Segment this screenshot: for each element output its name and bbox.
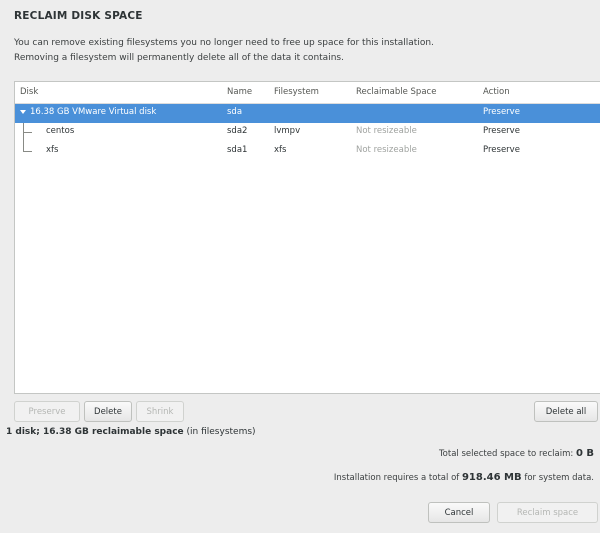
column-header-disk[interactable]: Disk <box>20 87 38 97</box>
reclaimable-cell: Not resizeable <box>356 145 417 155</box>
dialog-title: RECLAIM DISK SPACE <box>14 10 143 22</box>
reclaim-space-button[interactable]: Reclaim space <box>497 502 598 523</box>
tree-connector-horizontal <box>23 151 32 152</box>
reclaimable-cell: Not resizeable <box>356 126 417 136</box>
table-row-disk-sda[interactable]: 16.38 GB VMware Virtual disk sda Preserv… <box>15 104 600 123</box>
total-selected-label: Total selected space to reclaim: <box>438 449 574 459</box>
shrink-button[interactable]: Shrink <box>136 401 184 422</box>
install-requirement-label: Installation requires a total of <box>333 473 460 483</box>
install-requirement-suffix: for system data. <box>524 473 594 483</box>
delete-all-button[interactable]: Delete all <box>534 401 598 422</box>
column-header-filesystem[interactable]: Filesystem <box>274 87 319 97</box>
disk-cell: centos <box>46 126 75 136</box>
tree-connector-horizontal <box>23 132 32 133</box>
column-header-reclaimable-space[interactable]: Reclaimable Space <box>356 87 436 97</box>
name-cell: sda <box>227 107 243 117</box>
filesystem-cell: xfs <box>274 145 287 155</box>
delete-button[interactable]: Delete <box>84 401 132 422</box>
disk-label: 16.38 GB VMware Virtual disk <box>30 107 157 117</box>
description-line-1: You can remove existing filesystems you … <box>14 38 434 48</box>
dialog-description: You can remove existing filesystems you … <box>14 36 594 66</box>
description-line-2: Removing a filesystem will permanently d… <box>14 53 344 63</box>
action-cell[interactable]: Preserve <box>483 126 520 136</box>
column-header-action[interactable]: Action <box>483 87 510 97</box>
table-row-xfs[interactable]: xfs sda1 xfs Not resizeable Preserve <box>15 142 600 161</box>
action-cell[interactable]: Preserve <box>483 107 520 117</box>
preserve-button[interactable]: Preserve <box>14 401 80 422</box>
name-cell: sda1 <box>227 145 248 155</box>
disk-table[interactable]: Disk Name Filesystem Reclaimable Space A… <box>14 81 600 394</box>
name-cell: sda2 <box>227 126 248 136</box>
filesystem-cell: lvmpv <box>274 126 301 136</box>
install-requirement-value: 918.46 MB <box>461 472 522 483</box>
table-row-centos[interactable]: centos sda2 lvmpv Not resizeable Preserv… <box>15 123 600 142</box>
cancel-button[interactable]: Cancel <box>428 502 490 523</box>
table-header: Disk Name Filesystem Reclaimable Space A… <box>15 82 600 104</box>
summary-bold: 1 disk; 16.38 GB reclaimable space <box>6 427 184 437</box>
disk-cell: 16.38 GB VMware Virtual disk <box>20 107 156 117</box>
total-selected-line: Total selected space to reclaim: 0 B <box>439 448 594 459</box>
total-selected-value: 0 B <box>575 448 594 459</box>
install-requirement-line: Installation requires a total of 918.46 … <box>334 472 594 483</box>
chevron-down-icon[interactable] <box>20 109 26 114</box>
action-cell[interactable]: Preserve <box>483 145 520 155</box>
column-header-name[interactable]: Name <box>227 87 252 97</box>
summary-suffix: (in filesystems) <box>186 427 256 437</box>
reclaimable-summary: 1 disk; 16.38 GB reclaimable space (in f… <box>6 427 256 437</box>
disk-cell: xfs <box>46 145 59 155</box>
